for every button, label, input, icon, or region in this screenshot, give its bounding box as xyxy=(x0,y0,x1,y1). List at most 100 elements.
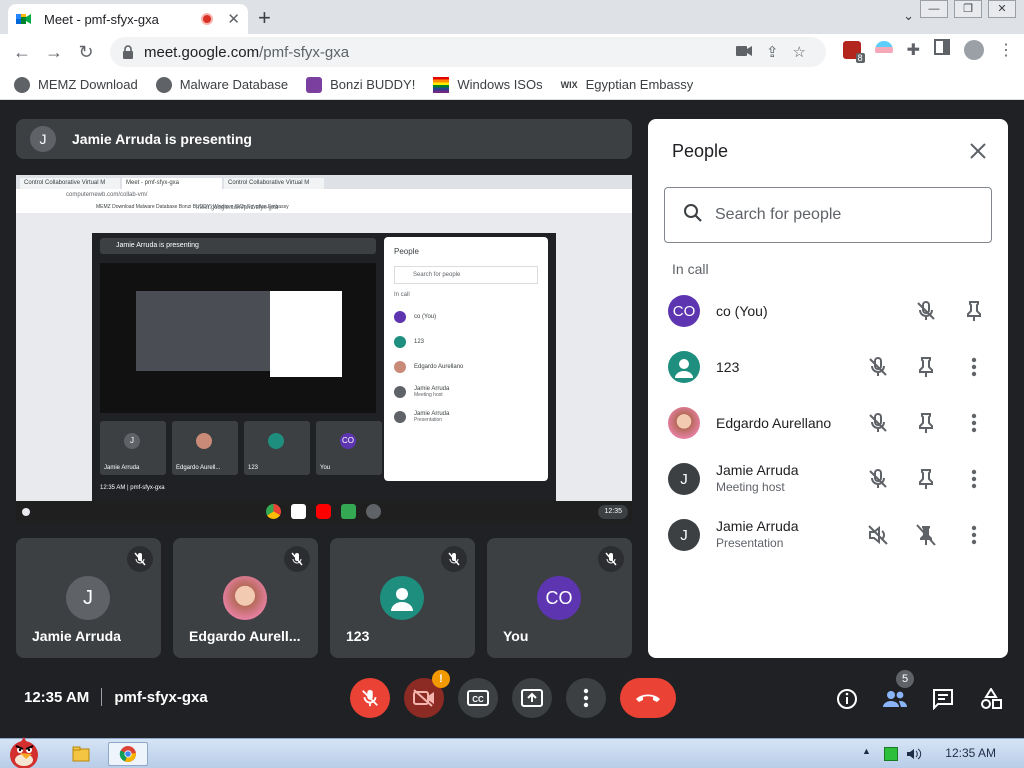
captions-button[interactable]: CC xyxy=(458,678,498,718)
tray-expand-icon[interactable]: ▲ xyxy=(862,746,876,760)
meet-control-bar: 12:35 AM pmf-sfyx-gxa ! CC 5 xyxy=(0,658,1024,738)
taskbar-clock[interactable]: 12:35 AM xyxy=(945,746,996,760)
chat-button[interactable] xyxy=(926,682,960,716)
extensions-puzzle-icon[interactable]: ✚ xyxy=(907,40,920,60)
mic-toggle-button[interactable] xyxy=(350,678,390,718)
pin-icon[interactable] xyxy=(902,347,950,387)
person-row: CO co (You) xyxy=(668,283,998,339)
address-bar[interactable]: meet.google.com/pmf-sfyx-gxa ⇪ ☆ xyxy=(110,37,826,67)
camera-toggle-button[interactable]: ! xyxy=(404,670,450,718)
shared-screen: Control Collaborative Virtual M Meet - p… xyxy=(16,175,632,501)
pin-icon[interactable] xyxy=(950,291,998,331)
chat-icon xyxy=(933,689,953,710)
extension-flag-icon[interactable] xyxy=(874,40,893,59)
tab-search-chevron-icon[interactable]: ⌄ xyxy=(903,8,914,24)
extension-shield-icon[interactable]: 8 xyxy=(842,40,865,63)
person-row: J Jamie Arruda Presentation xyxy=(668,507,998,563)
tab-close-icon[interactable]: ✕ xyxy=(227,10,240,28)
shared-tab: Control Collaborative Virtual M xyxy=(20,178,120,189)
taskbar-chrome-button[interactable] xyxy=(108,742,148,766)
back-arrow-icon[interactable]: ← xyxy=(6,42,38,63)
bookmark-label: Bonzi BUDDY! xyxy=(330,77,416,92)
people-button[interactable]: 5 xyxy=(878,670,914,716)
shared-tab: Meet - pmf-sfyx-gxa xyxy=(122,178,222,189)
pin-icon[interactable] xyxy=(902,459,950,499)
more-vertical-icon xyxy=(583,688,589,708)
meet-favicon-icon xyxy=(16,12,32,26)
meeting-info-button[interactable] xyxy=(830,682,864,716)
tab-title: Meet - pmf-sfyx-gxa xyxy=(44,11,159,27)
bookmark-bonzi[interactable]: Bonzi BUDDY! xyxy=(306,76,416,93)
angry-bird-icon xyxy=(10,737,38,768)
person-avatar: J xyxy=(668,463,700,495)
shelf-apps xyxy=(266,504,381,519)
tab-strip: Meet - pmf-sfyx-gxa ✕ + ⌄ — ❐ ✕ xyxy=(0,0,1024,34)
shared-person-name: Edgardo Aurellano xyxy=(414,363,464,370)
participant-photo-avatar xyxy=(223,576,267,620)
shared-tabstrip: Control Collaborative Virtual M Meet - p… xyxy=(16,175,632,189)
bookmark-windows-isos[interactable]: Windows ISOs xyxy=(433,76,543,93)
mic-off-icon[interactable] xyxy=(854,347,902,387)
person-row: Edgardo Aurellano xyxy=(668,395,998,451)
more-options-icon[interactable] xyxy=(950,459,998,499)
forward-arrow-icon[interactable]: → xyxy=(38,42,70,63)
mic-off-icon xyxy=(441,546,467,572)
window-close-button[interactable]: ✕ xyxy=(988,0,1016,18)
meeting-side-controls: 5 xyxy=(830,670,1008,716)
participant-tile[interactable]: 123 xyxy=(330,538,475,658)
globe-icon xyxy=(14,76,30,93)
browser-menu-icon[interactable]: ⋮ xyxy=(998,40,1014,60)
activities-button[interactable] xyxy=(974,682,1008,716)
camera-in-use-icon[interactable] xyxy=(735,44,752,61)
unpin-icon[interactable] xyxy=(902,515,950,555)
mic-off-icon[interactable] xyxy=(902,291,950,331)
profile-avatar-icon[interactable] xyxy=(964,39,984,60)
windows-taskbar: ▲ 12:35 AM xyxy=(0,737,1024,768)
shared-tile-avatar: CO xyxy=(340,433,356,449)
mic-off-icon[interactable] xyxy=(854,459,902,499)
mic-off-icon[interactable] xyxy=(854,403,902,443)
participant-avatar: CO xyxy=(537,576,581,620)
in-call-heading: In call xyxy=(672,261,709,277)
participant-tile[interactable]: CO You xyxy=(487,538,632,658)
side-panel-icon[interactable] xyxy=(934,39,950,60)
more-options-icon[interactable] xyxy=(950,347,998,387)
url-path: /pmf-sfyx-gxa xyxy=(259,43,350,61)
bookmark-star-icon[interactable]: ☆ xyxy=(793,43,806,61)
shared-url: computernewb.com/collab-vm/ xyxy=(16,189,632,202)
share-icon[interactable]: ⇪ xyxy=(766,43,779,61)
start-button[interactable] xyxy=(2,733,48,768)
volume-off-icon[interactable] xyxy=(854,515,902,555)
participant-tile[interactable]: J Jamie Arruda xyxy=(16,538,161,658)
volume-icon[interactable] xyxy=(906,747,922,761)
shared-tile-avatar: J xyxy=(124,433,140,449)
shared-tile-avatar xyxy=(196,433,212,449)
info-icon xyxy=(837,689,857,709)
new-tab-button[interactable]: + xyxy=(258,5,271,31)
network-status-icon[interactable] xyxy=(884,747,898,761)
mic-off-icon xyxy=(127,546,153,572)
bookmark-egyptian-embassy[interactable]: WIX Egyptian Embassy xyxy=(561,77,694,92)
people-search-input[interactable]: Search for people xyxy=(664,187,992,243)
explorer-icon[interactable] xyxy=(70,742,92,766)
shared-tile: CO You xyxy=(316,421,382,475)
reload-icon[interactable]: ↻ xyxy=(70,42,102,63)
tab-meet[interactable]: Meet - pmf-sfyx-gxa ✕ xyxy=(8,4,248,34)
presentation-stage[interactable]: Control Collaborative Virtual M Meet - p… xyxy=(16,175,632,523)
pin-icon[interactable] xyxy=(902,403,950,443)
mic-off-icon xyxy=(598,546,624,572)
more-options-icon[interactable] xyxy=(950,403,998,443)
participant-tile[interactable]: Edgardo Aurell... xyxy=(173,538,318,658)
leave-call-button[interactable] xyxy=(620,678,676,718)
minimize-button[interactable]: — xyxy=(920,0,948,18)
shared-people-search: Search for people xyxy=(394,266,538,284)
close-icon[interactable] xyxy=(966,139,990,163)
present-screen-button[interactable] xyxy=(512,678,552,718)
person-name: Jamie Arruda xyxy=(716,518,799,534)
bookmark-memz[interactable]: MEMZ Download xyxy=(14,76,138,93)
maximize-button[interactable]: ❐ xyxy=(954,0,982,18)
more-options-icon[interactable] xyxy=(950,515,998,555)
people-list: CO co (You) 123 Edgardo Aurellano J Jami… xyxy=(668,283,998,563)
bookmark-malware-database[interactable]: Malware Database xyxy=(155,76,288,93)
more-options-button[interactable] xyxy=(566,678,606,718)
